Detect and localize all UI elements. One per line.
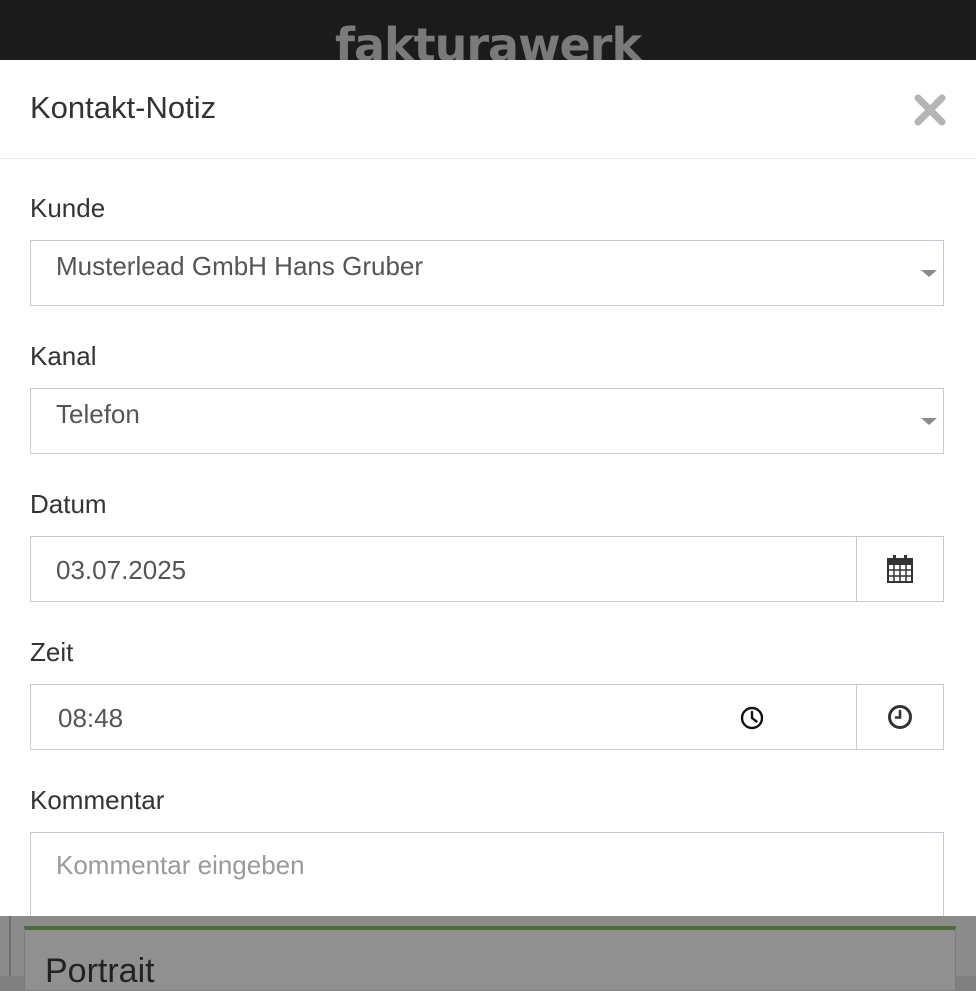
comment-placeholder: Kommentar eingeben bbox=[56, 850, 305, 880]
time-input[interactable]: 08:48 bbox=[30, 684, 944, 750]
channel-select-value: Telefon bbox=[56, 399, 140, 429]
time-input-value: 08:48 bbox=[58, 703, 124, 733]
background-sidebar-edge bbox=[9, 916, 11, 976]
contact-note-modal: Kontakt-Notiz Kunde Musterlead GmbH Hans… bbox=[0, 60, 976, 916]
clock-icon[interactable] bbox=[739, 705, 765, 731]
customer-select-value: Musterlead GmbH Hans Gruber bbox=[56, 251, 424, 281]
calendar-icon bbox=[887, 555, 913, 583]
background-page: Portrait bbox=[0, 916, 976, 990]
chevron-down-icon bbox=[921, 270, 937, 277]
background-card-title: Portrait bbox=[45, 952, 155, 990]
close-button[interactable] bbox=[908, 88, 952, 132]
date-label: Datum bbox=[30, 489, 107, 519]
comment-label: Kommentar bbox=[30, 785, 165, 815]
modal-header: Kontakt-Notiz bbox=[0, 60, 976, 159]
channel-select[interactable]: Telefon bbox=[30, 388, 944, 454]
background-card: Portrait bbox=[24, 926, 956, 990]
time-label: Zeit bbox=[30, 637, 74, 667]
customer-label: Kunde bbox=[30, 193, 106, 223]
comment-textarea[interactable]: Kommentar eingeben bbox=[30, 832, 944, 916]
modal-title: Kontakt-Notiz bbox=[30, 90, 217, 125]
date-picker-button[interactable] bbox=[856, 537, 943, 601]
chevron-down-icon bbox=[921, 418, 937, 425]
brand-logo: fakturawerk bbox=[334, 18, 642, 60]
customer-select[interactable]: Musterlead GmbH Hans Gruber bbox=[30, 240, 944, 306]
date-input[interactable]: 03.07.2025 bbox=[30, 536, 944, 602]
app-header: fakturawerk bbox=[0, 0, 976, 60]
channel-label: Kanal bbox=[30, 341, 97, 371]
clock-icon bbox=[888, 705, 912, 729]
close-icon bbox=[914, 94, 946, 126]
time-picker-button[interactable] bbox=[856, 685, 943, 749]
date-input-value: 03.07.2025 bbox=[56, 555, 187, 585]
